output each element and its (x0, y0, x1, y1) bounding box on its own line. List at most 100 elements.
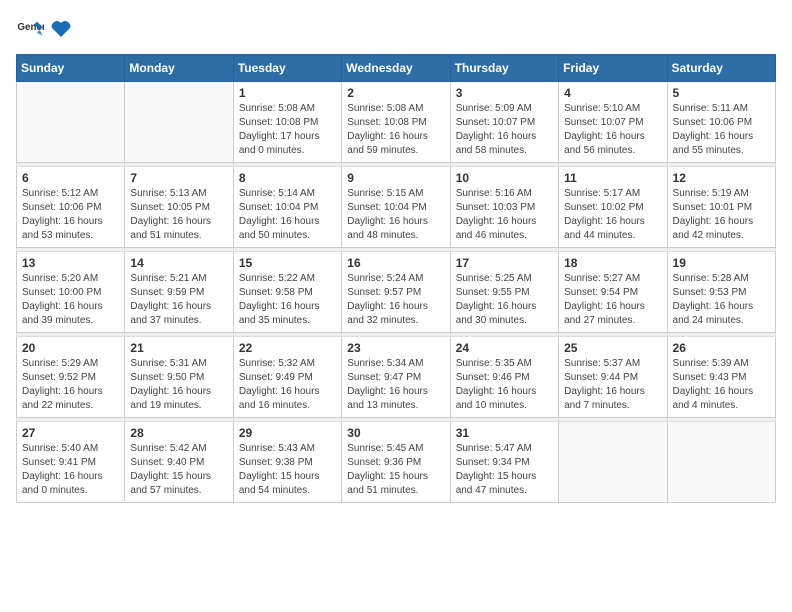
calendar-cell: 12 Sunrise: 5:19 AM Sunset: 10:01 PM Dayl… (667, 167, 775, 248)
calendar-table: SundayMondayTuesdayWednesdayThursdayFrid… (16, 54, 776, 503)
day-info: Sunrise: 5:37 AM Sunset: 9:44 PM Dayligh… (564, 357, 661, 413)
day-info: Sunrise: 5:45 AM Sunset: 9:36 PM Dayligh… (347, 442, 444, 498)
day-info: Sunrise: 5:40 AM Sunset: 9:41 PM Dayligh… (22, 442, 119, 498)
day-info: Sunrise: 5:34 AM Sunset: 9:47 PM Dayligh… (347, 357, 444, 413)
day-info: Sunrise: 5:47 AM Sunset: 9:34 PM Dayligh… (456, 442, 553, 498)
day-number: 7 (130, 171, 227, 185)
day-info: Sunrise: 5:12 AM Sunset: 10:06 PM Daylig… (22, 187, 119, 243)
day-info: Sunrise: 5:16 AM Sunset: 10:03 PM Daylig… (456, 187, 553, 243)
calendar-cell (667, 422, 775, 503)
day-number: 24 (456, 341, 553, 355)
logo-wave-icon (50, 19, 72, 41)
day-info: Sunrise: 5:20 AM Sunset: 10:00 PM Daylig… (22, 272, 119, 328)
day-info: Sunrise: 5:25 AM Sunset: 9:55 PM Dayligh… (456, 272, 553, 328)
calendar-cell: 30 Sunrise: 5:45 AM Sunset: 9:36 PM Dayli… (342, 422, 450, 503)
day-header-friday: Friday (559, 55, 667, 82)
logo-icon: General (16, 16, 44, 44)
day-number: 29 (239, 426, 336, 440)
page-header: General (16, 16, 776, 44)
day-number: 13 (22, 256, 119, 270)
calendar-cell: 1 Sunrise: 5:08 AM Sunset: 10:08 PM Dayli… (233, 82, 341, 163)
calendar-cell: 4 Sunrise: 5:10 AM Sunset: 10:07 PM Dayli… (559, 82, 667, 163)
calendar-cell (125, 82, 233, 163)
calendar-cell: 31 Sunrise: 5:47 AM Sunset: 9:34 PM Dayli… (450, 422, 558, 503)
day-number: 15 (239, 256, 336, 270)
calendar-cell (559, 422, 667, 503)
day-info: Sunrise: 5:32 AM Sunset: 9:49 PM Dayligh… (239, 357, 336, 413)
calendar-cell: 5 Sunrise: 5:11 AM Sunset: 10:06 PM Dayli… (667, 82, 775, 163)
calendar-cell: 16 Sunrise: 5:24 AM Sunset: 9:57 PM Dayli… (342, 252, 450, 333)
calendar-week-4: 20 Sunrise: 5:29 AM Sunset: 9:52 PM Dayli… (17, 337, 776, 418)
day-number: 16 (347, 256, 444, 270)
calendar-cell: 25Sunrise: 5:37 AM Sunset: 9:44 PM Dayli… (559, 337, 667, 418)
day-number: 17 (456, 256, 553, 270)
calendar-cell: 29 Sunrise: 5:43 AM Sunset: 9:38 PM Dayli… (233, 422, 341, 503)
calendar-cell: 26 Sunrise: 5:39 AM Sunset: 9:43 PM Dayli… (667, 337, 775, 418)
day-number: 27 (22, 426, 119, 440)
day-info: Sunrise: 5:14 AM Sunset: 10:04 PM Daylig… (239, 187, 336, 243)
day-header-tuesday: Tuesday (233, 55, 341, 82)
calendar-cell: 14Sunrise: 5:21 AM Sunset: 9:59 PM Dayli… (125, 252, 233, 333)
day-info: Sunrise: 5:22 AM Sunset: 9:58 PM Dayligh… (239, 272, 336, 328)
calendar-week-3: 13 Sunrise: 5:20 AM Sunset: 10:00 PM Dayl… (17, 252, 776, 333)
day-number: 12 (673, 171, 770, 185)
day-header-sunday: Sunday (17, 55, 125, 82)
day-info: Sunrise: 5:15 AM Sunset: 10:04 PM Daylig… (347, 187, 444, 243)
day-number: 30 (347, 426, 444, 440)
day-number: 20 (22, 341, 119, 355)
day-number: 26 (673, 341, 770, 355)
day-info: Sunrise: 5:11 AM Sunset: 10:06 PM Daylig… (673, 102, 770, 158)
calendar-cell: 15 Sunrise: 5:22 AM Sunset: 9:58 PM Dayli… (233, 252, 341, 333)
calendar-cell: 11Sunrise: 5:17 AM Sunset: 10:02 PM Dayl… (559, 167, 667, 248)
day-number: 1 (239, 86, 336, 100)
day-header-wednesday: Wednesday (342, 55, 450, 82)
calendar-cell: 9 Sunrise: 5:15 AM Sunset: 10:04 PM Dayli… (342, 167, 450, 248)
day-header-thursday: Thursday (450, 55, 558, 82)
day-number: 4 (564, 86, 661, 100)
day-info: Sunrise: 5:09 AM Sunset: 10:07 PM Daylig… (456, 102, 553, 158)
calendar-cell: 24Sunrise: 5:35 AM Sunset: 9:46 PM Dayli… (450, 337, 558, 418)
day-header-saturday: Saturday (667, 55, 775, 82)
day-number: 23 (347, 341, 444, 355)
day-info: Sunrise: 5:42 AM Sunset: 9:40 PM Dayligh… (130, 442, 227, 498)
calendar-cell: 18Sunrise: 5:27 AM Sunset: 9:54 PM Dayli… (559, 252, 667, 333)
calendar-cell: 20 Sunrise: 5:29 AM Sunset: 9:52 PM Dayli… (17, 337, 125, 418)
day-number: 19 (673, 256, 770, 270)
day-number: 3 (456, 86, 553, 100)
calendar-cell: 10 Sunrise: 5:16 AM Sunset: 10:03 PM Dayl… (450, 167, 558, 248)
day-info: Sunrise: 5:08 AM Sunset: 10:08 PM Daylig… (239, 102, 336, 158)
calendar-cell: 28 Sunrise: 5:42 AM Sunset: 9:40 PM Dayli… (125, 422, 233, 503)
day-info: Sunrise: 5:19 AM Sunset: 10:01 PM Daylig… (673, 187, 770, 243)
day-info: Sunrise: 5:08 AM Sunset: 10:08 PM Daylig… (347, 102, 444, 158)
calendar-cell: 6Sunrise: 5:12 AM Sunset: 10:06 PM Dayli… (17, 167, 125, 248)
day-number: 21 (130, 341, 227, 355)
day-number: 31 (456, 426, 553, 440)
calendar-cell: 7Sunrise: 5:13 AM Sunset: 10:05 PM Dayli… (125, 167, 233, 248)
day-info: Sunrise: 5:24 AM Sunset: 9:57 PM Dayligh… (347, 272, 444, 328)
calendar-cell: 13 Sunrise: 5:20 AM Sunset: 10:00 PM Dayl… (17, 252, 125, 333)
day-info: Sunrise: 5:43 AM Sunset: 9:38 PM Dayligh… (239, 442, 336, 498)
calendar-cell: 8 Sunrise: 5:14 AM Sunset: 10:04 PM Dayli… (233, 167, 341, 248)
day-number: 5 (673, 86, 770, 100)
day-number: 9 (347, 171, 444, 185)
day-info: Sunrise: 5:39 AM Sunset: 9:43 PM Dayligh… (673, 357, 770, 413)
day-info: Sunrise: 5:17 AM Sunset: 10:02 PM Daylig… (564, 187, 661, 243)
logo: General (16, 16, 72, 44)
calendar-cell: 21Sunrise: 5:31 AM Sunset: 9:50 PM Dayli… (125, 337, 233, 418)
calendar-cell: 2Sunrise: 5:08 AM Sunset: 10:08 PM Dayli… (342, 82, 450, 163)
day-info: Sunrise: 5:28 AM Sunset: 9:53 PM Dayligh… (673, 272, 770, 328)
day-number: 28 (130, 426, 227, 440)
calendar-cell: 17 Sunrise: 5:25 AM Sunset: 9:55 PM Dayli… (450, 252, 558, 333)
day-number: 18 (564, 256, 661, 270)
calendar-cell: 22 Sunrise: 5:32 AM Sunset: 9:49 PM Dayli… (233, 337, 341, 418)
day-number: 22 (239, 341, 336, 355)
day-header-monday: Monday (125, 55, 233, 82)
day-info: Sunrise: 5:29 AM Sunset: 9:52 PM Dayligh… (22, 357, 119, 413)
calendar-header-row: SundayMondayTuesdayWednesdayThursdayFrid… (17, 55, 776, 82)
day-info: Sunrise: 5:21 AM Sunset: 9:59 PM Dayligh… (130, 272, 227, 328)
day-number: 8 (239, 171, 336, 185)
calendar-week-1: 1 Sunrise: 5:08 AM Sunset: 10:08 PM Dayli… (17, 82, 776, 163)
day-number: 10 (456, 171, 553, 185)
day-info: Sunrise: 5:10 AM Sunset: 10:07 PM Daylig… (564, 102, 661, 158)
calendar-cell: 23 Sunrise: 5:34 AM Sunset: 9:47 PM Dayli… (342, 337, 450, 418)
